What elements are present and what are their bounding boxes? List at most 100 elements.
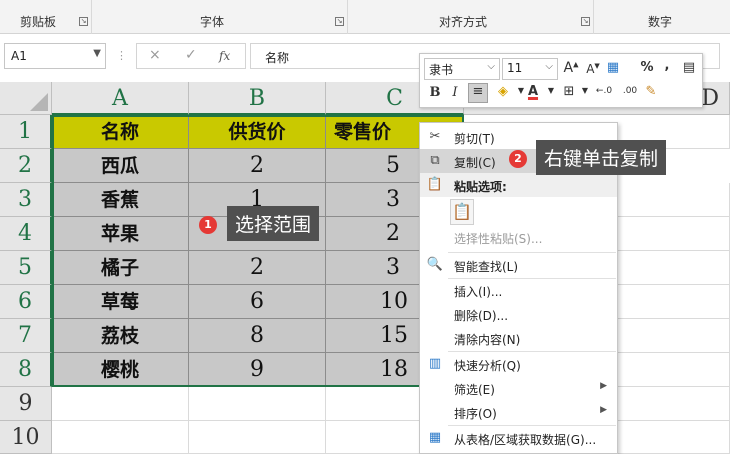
- bold-icon[interactable]: B: [426, 85, 444, 100]
- clipboard-launcher-icon[interactable]: ↘: [79, 17, 88, 26]
- paste-option-icon: 📋: [450, 199, 474, 225]
- cell-a2[interactable]: 西瓜: [52, 149, 189, 183]
- table-icon: ▦: [428, 430, 442, 445]
- cell-d6[interactable]: [618, 285, 730, 319]
- name-box-value: A1: [11, 49, 27, 63]
- cell-d7[interactable]: [618, 319, 730, 353]
- menu-item-smart-lookup[interactable]: 🔍 智能查找(L): [420, 253, 617, 277]
- cell-d8[interactable]: [618, 353, 730, 387]
- cell-a4[interactable]: 苹果: [52, 217, 189, 251]
- ribbon-group-number: 数字: [594, 0, 730, 34]
- center-align-icon[interactable]: ≡: [468, 83, 488, 103]
- cell-a9[interactable]: [52, 387, 189, 421]
- chevron-down-icon: ⌵: [545, 61, 553, 72]
- cell-a6[interactable]: 草莓: [52, 285, 189, 319]
- cell-b8[interactable]: 9: [189, 353, 326, 387]
- row-header-6[interactable]: 6: [0, 285, 52, 319]
- cell-d5[interactable]: [618, 251, 730, 285]
- font-color-icon[interactable]: A: [524, 84, 542, 99]
- enter-icon[interactable]: ✓: [185, 47, 197, 63]
- row-header-8[interactable]: 8: [0, 353, 52, 387]
- cell-a8[interactable]: 樱桃: [52, 353, 189, 387]
- cell-b2[interactable]: 2: [189, 149, 326, 183]
- menu-item-quick-analysis[interactable]: ▥ 快速分析(Q): [420, 352, 617, 376]
- insert-function-icon[interactable]: fx: [219, 49, 230, 63]
- cell-a7[interactable]: 荔枝: [52, 319, 189, 353]
- select-all-corner[interactable]: [0, 82, 52, 115]
- row-header-7[interactable]: 7: [0, 319, 52, 353]
- menu-item-label: 复制(C): [454, 156, 496, 170]
- row-header-4[interactable]: 4: [0, 217, 52, 251]
- more-dots-icon: ⋮: [116, 49, 127, 62]
- copy-icon: ⧉: [430, 153, 440, 168]
- menu-item-label: 插入(I)...: [454, 285, 503, 299]
- row-header-9[interactable]: 9: [0, 387, 52, 421]
- name-box[interactable]: A1 ▼: [4, 43, 106, 69]
- cell-a10[interactable]: [52, 421, 189, 454]
- menu-item-insert[interactable]: 插入(I)...: [420, 278, 617, 302]
- ribbon-group-label: 字体: [200, 15, 225, 29]
- cell-a5[interactable]: 橘子: [52, 251, 189, 285]
- row-header-3[interactable]: 3: [0, 183, 52, 217]
- menu-item-label: 粘贴选项:: [454, 180, 507, 194]
- quick-analysis-icon: ▥: [428, 356, 442, 371]
- menu-item-filter[interactable]: 筛选(E) ▶: [420, 376, 617, 400]
- cell-b6[interactable]: 6: [189, 285, 326, 319]
- step-badge-2: 2: [509, 150, 527, 168]
- ribbon-group-font: 字体 ↘: [92, 0, 348, 34]
- alignment-launcher-icon[interactable]: ↘: [581, 17, 590, 26]
- row-header-1[interactable]: 1: [0, 115, 52, 149]
- chevron-down-icon[interactable]: ▼: [93, 48, 101, 59]
- cell-a1[interactable]: 名称: [52, 115, 189, 149]
- increase-font-label: A: [563, 60, 574, 76]
- row-header-5[interactable]: 5: [0, 251, 52, 285]
- menu-item-get-data[interactable]: ▦ 从表格/区域获取数据(G)...: [420, 426, 617, 450]
- cancel-icon[interactable]: ×: [149, 47, 161, 63]
- italic-icon[interactable]: I: [446, 85, 464, 100]
- cell-b5[interactable]: 2: [189, 251, 326, 285]
- decrease-decimal-icon[interactable]: .00: [618, 86, 642, 96]
- ribbon-group-label: 剪贴板: [20, 15, 57, 29]
- increase-font-icon[interactable]: A▲: [562, 60, 580, 76]
- step-badge-1: 1: [199, 216, 217, 234]
- cell-d9[interactable]: [618, 387, 730, 421]
- menu-item-label: 选择性粘贴(S)...: [454, 232, 543, 246]
- menu-item-label: 智能查找(L): [454, 260, 519, 274]
- fill-color-icon[interactable]: ◈: [494, 84, 512, 99]
- menu-item-clear-contents[interactable]: 清除内容(N): [420, 326, 617, 350]
- row-header-10[interactable]: 10: [0, 421, 52, 454]
- paste-icon: 📋: [426, 177, 444, 192]
- cell-d10[interactable]: [618, 421, 730, 454]
- cell-b7[interactable]: 8: [189, 319, 326, 353]
- chevron-down-icon[interactable]: ▼: [542, 86, 560, 95]
- font-launcher-icon[interactable]: ↘: [335, 17, 344, 26]
- menu-item-delete[interactable]: 删除(D)...: [420, 302, 617, 326]
- cell-b9[interactable]: [189, 387, 326, 421]
- ribbon-group-label: 对齐方式: [439, 15, 488, 29]
- column-header-a[interactable]: A: [52, 82, 189, 115]
- format-table-icon[interactable]: ▤: [680, 60, 698, 75]
- annotation-select-range: 选择范围: [227, 206, 320, 241]
- comma-icon[interactable]: ,: [658, 58, 676, 73]
- increase-decimal-icon[interactable]: ←.0: [592, 86, 616, 96]
- font-name-value: 隶书: [429, 63, 454, 77]
- font-size-select[interactable]: 11 ⌵: [502, 58, 558, 80]
- menu-item-label: 从表格/区域获取数据(G)...: [454, 433, 597, 447]
- menu-item-label: 剪切(T): [454, 132, 495, 146]
- font-name-select[interactable]: 隶书 ⌵: [424, 58, 500, 80]
- menu-item-sort[interactable]: 排序(O) ▶: [420, 400, 617, 424]
- mini-toolbar: 隶书 ⌵ 11 ⌵ A▲ A▼ ▦ % , ▤ B I ≡ ◈ ▼ A ▼ ⊞ …: [419, 53, 703, 108]
- percent-icon[interactable]: %: [638, 60, 656, 75]
- cell-d4[interactable]: [618, 217, 730, 251]
- row-header-2[interactable]: 2: [0, 149, 52, 183]
- format-painter-icon[interactable]: ✎: [642, 84, 660, 99]
- cell-b10[interactable]: [189, 421, 326, 454]
- number-format-icon[interactable]: ▦: [604, 60, 622, 75]
- decrease-font-icon[interactable]: A▼: [584, 62, 602, 76]
- menu-section-paste-options: 📋 粘贴选项:: [420, 173, 617, 197]
- column-header-b[interactable]: B: [189, 82, 326, 115]
- menu-item-label: 排序(O): [454, 407, 497, 421]
- cell-a3[interactable]: 香蕉: [52, 183, 189, 217]
- cell-b1[interactable]: 供货价: [189, 115, 326, 149]
- cell-d3[interactable]: [618, 183, 730, 217]
